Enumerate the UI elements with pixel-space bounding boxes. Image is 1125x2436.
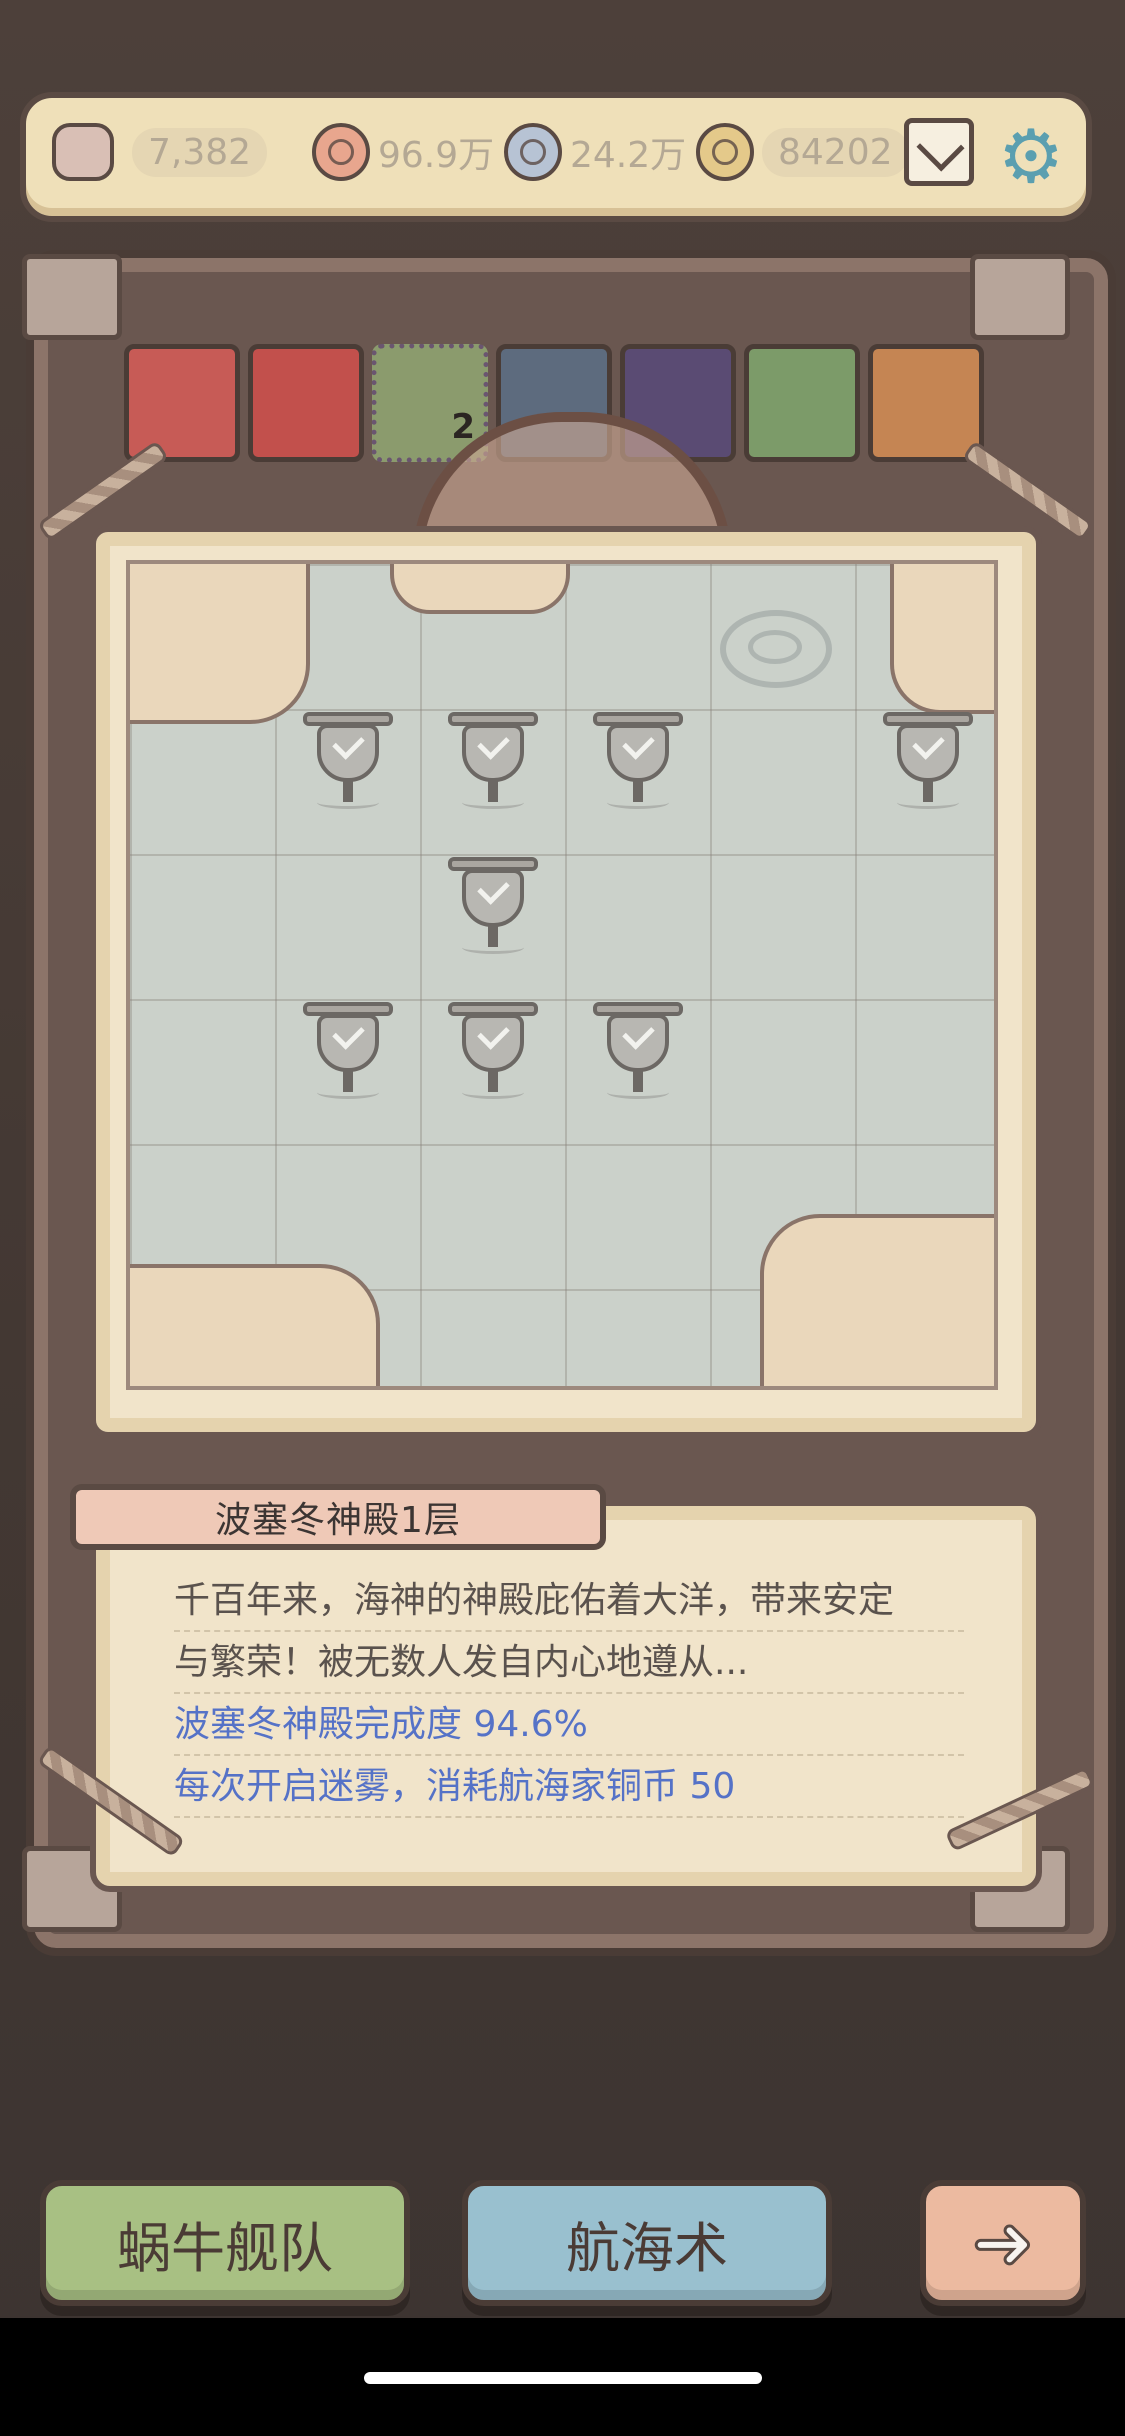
gold-amount: 84202 <box>762 127 909 177</box>
sand-patch <box>390 564 570 614</box>
cleared-checkpoint-icon[interactable] <box>299 994 397 1102</box>
potion-slot[interactable] <box>744 344 860 462</box>
gold-coin-icon <box>696 123 754 181</box>
sand-patch <box>130 564 310 724</box>
cleared-checkpoint-icon[interactable] <box>589 994 687 1102</box>
cleared-checkpoint-icon[interactable] <box>444 994 542 1102</box>
fog-map[interactable] <box>126 560 998 1390</box>
gold-currency: 84202 <box>696 123 909 181</box>
gear-icon[interactable]: ⚙ <box>994 120 1068 194</box>
copper-currency: 96.9万 <box>312 123 495 181</box>
resource-bar: 7,382 96.9万 24.2万 84202 ⚙ <box>20 92 1092 222</box>
home-indicator[interactable] <box>364 2372 762 2384</box>
whirlpool-icon <box>720 610 832 688</box>
navigation-button[interactable]: 航海术 <box>462 2180 832 2306</box>
cleared-checkpoint-icon[interactable] <box>444 849 542 957</box>
copper-amount: 96.9万 <box>378 135 495 176</box>
arrow-right-icon: ➜ <box>970 2199 1035 2288</box>
sand-patch <box>890 564 994 714</box>
level-title: 波塞冬神殿1层 <box>70 1484 606 1550</box>
description-line: 与繁荣！被无数人发自内心地遵从... <box>174 1632 964 1694</box>
completion-rate: 波塞冬神殿完成度 94.6% <box>174 1694 964 1756</box>
sand-patch <box>760 1214 994 1386</box>
ticket-slot[interactable] <box>868 344 984 462</box>
game-screen: 7,382 96.9万 24.2万 84202 ⚙ 2 波塞冬神殿1层 千百年来… <box>0 0 1125 2436</box>
sand-patch <box>130 1264 380 1386</box>
energy-drink-slot[interactable] <box>248 344 364 462</box>
level-description: 千百年来，海神的神殿庇佑着大洋，带来安定 与繁荣！被无数人发自内心地遵从... … <box>174 1570 964 1818</box>
description-line: 千百年来，海神的神殿庇佑着大洋，带来安定 <box>174 1570 964 1632</box>
cleared-checkpoint-icon[interactable] <box>299 704 397 812</box>
frog-icon <box>52 123 114 181</box>
snail-currency: 7,382 <box>52 123 268 181</box>
snail-fleet-button[interactable]: 蜗牛舰队 <box>40 2180 410 2306</box>
next-button[interactable]: ➜ <box>920 2180 1086 2306</box>
cleared-checkpoint-icon[interactable] <box>589 704 687 812</box>
cleared-checkpoint-icon[interactable] <box>444 704 542 812</box>
silver-amount: 24.2万 <box>570 135 687 176</box>
mail-icon[interactable] <box>904 118 974 186</box>
cleared-checkpoint-icon[interactable] <box>879 704 977 812</box>
snail-count: 7,382 <box>132 127 268 177</box>
copper-coin-icon <box>312 123 370 181</box>
silver-currency: 24.2万 <box>504 123 687 181</box>
frame-corner <box>22 254 122 340</box>
energy-drink-slot[interactable] <box>124 344 240 462</box>
frame-corner <box>970 254 1070 340</box>
fog-cost: 每次开启迷雾，消耗航海家铜币 50 <box>174 1756 964 1818</box>
silver-coin-icon <box>504 123 562 181</box>
